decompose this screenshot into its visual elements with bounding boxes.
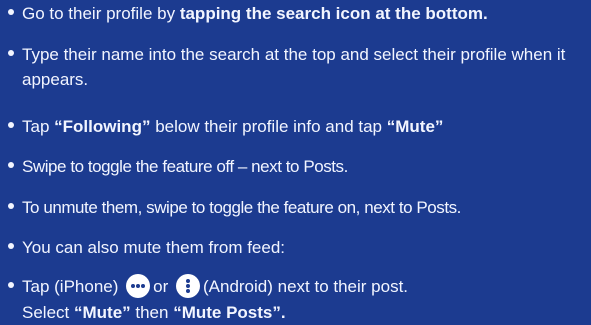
bullet-icon	[8, 49, 14, 56]
item-text: or	[153, 277, 169, 296]
list-item: You can also mute them from feed:	[8, 235, 585, 260]
item-text: Select	[22, 302, 74, 322]
item-text: To unmute them, swipe to toggle the feat…	[22, 198, 461, 217]
item-bold-text: “Following”	[54, 117, 151, 136]
item-text: Tap	[22, 117, 55, 136]
item-bold-text: “Mute Posts”.	[173, 302, 286, 322]
item-text: below their profile info and tap	[150, 117, 387, 136]
item-text: Go to their profile by	[22, 4, 180, 23]
bullet-icon	[8, 121, 14, 128]
item-bold-text: “Mute”	[386, 117, 444, 136]
more-vertical-icon	[175, 273, 200, 298]
instruction-list: Go to their profile by tapping the searc…	[0, 0, 591, 325]
item-text: Type their name into the search at the t…	[22, 45, 566, 89]
list-item: Tap (iPhone) or (Android) next to their …	[8, 273, 585, 325]
list-item: Type their name into the search at the t…	[8, 42, 585, 92]
bullet-icon	[8, 242, 14, 249]
bullet-icon	[8, 8, 14, 15]
item-text: Tap (iPhone)	[22, 277, 119, 296]
list-item: To unmute them, swipe to toggle the feat…	[8, 195, 585, 220]
item-bold-text: tapping the search icon at the bottom.	[179, 4, 488, 23]
more-horizontal-icon	[126, 273, 151, 298]
item-text: (Android) next to their post.	[202, 277, 409, 296]
bullet-icon	[8, 202, 14, 209]
bullet-icon	[8, 161, 14, 168]
item-text: then	[130, 302, 174, 322]
bullet-icon	[8, 281, 14, 288]
item-text: Swipe to toggle the feature off – next t…	[22, 157, 348, 176]
list-item: Tap “Following” below their profile info…	[8, 114, 585, 139]
list-item: Swipe to toggle the feature off – next t…	[8, 154, 585, 179]
item-text: You can also mute them from feed:	[22, 238, 286, 257]
item-bold-text: “Mute”	[73, 302, 131, 322]
list-item: Go to their profile by tapping the searc…	[8, 1, 585, 26]
